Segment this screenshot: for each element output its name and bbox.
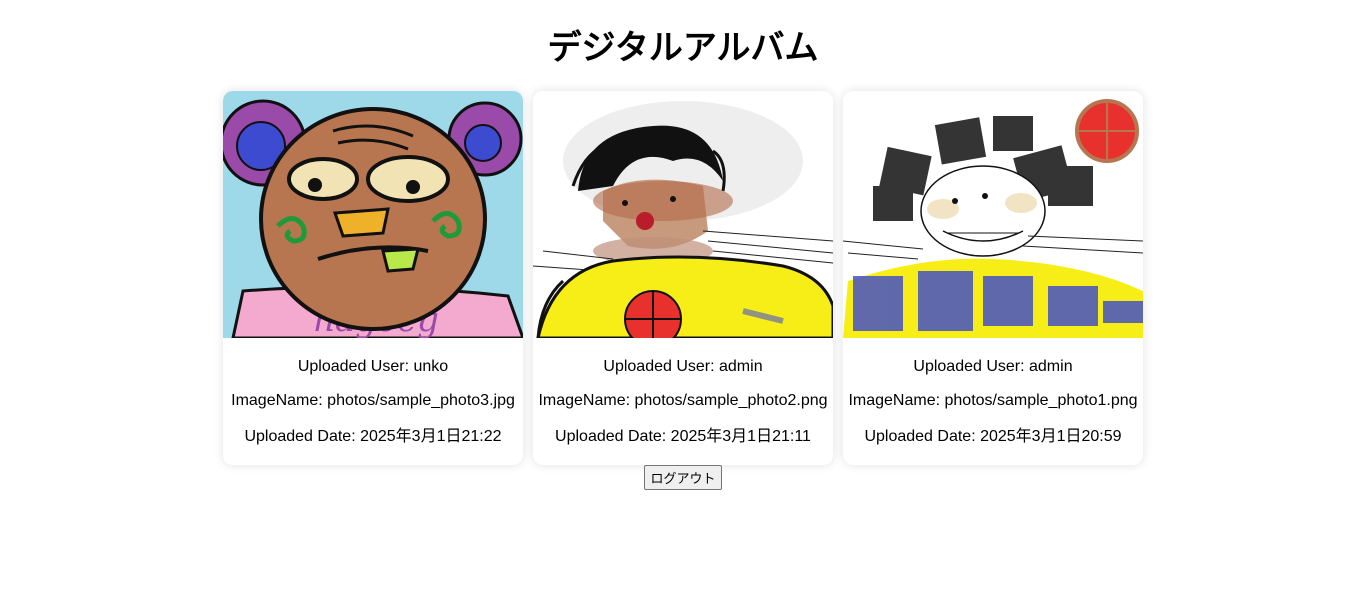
page-title: デジタルアルバム <box>547 29 819 67</box>
photo-image <box>843 91 1143 338</box>
uploaded-user: Uploaded User: unko <box>297 358 449 375</box>
uploaded-user: Uploaded User: admin <box>913 358 1073 375</box>
logout-button[interactable]: ログアウト <box>644 465 722 490</box>
photo-gallery: nageeg Uploaded User: unko ImageName: ph… <box>223 91 1143 465</box>
image-name: ImageName: photos/sample_photo1.png <box>848 392 1138 409</box>
photo-card: nageeg Uploaded User: unko ImageName: ph… <box>223 91 523 465</box>
image-name: ImageName: photos/sample_photo2.png <box>538 392 828 409</box>
uploaded-date: Uploaded Date: 2025年3月1日20:59 <box>864 428 1122 445</box>
photo-card: Uploaded User: admin ImageName: photos/s… <box>533 91 833 465</box>
uploaded-date: Uploaded Date: 2025年3月1日21:22 <box>244 428 502 445</box>
image-name: ImageName: photos/sample_photo3.jpg <box>231 392 515 409</box>
photo-image <box>533 91 833 338</box>
photo-image: nageeg <box>223 91 523 338</box>
uploaded-user: Uploaded User: admin <box>603 358 763 375</box>
logout-container: ログアウト <box>0 465 1366 490</box>
uploaded-date: Uploaded Date: 2025年3月1日21:11 <box>555 428 811 445</box>
photo-card: Uploaded User: admin ImageName: photos/s… <box>843 91 1143 465</box>
